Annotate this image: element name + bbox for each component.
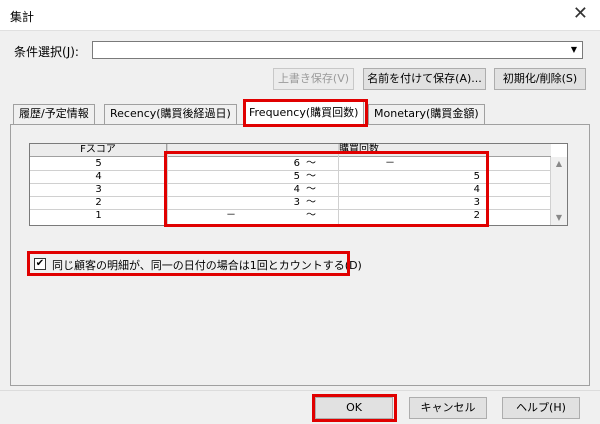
- help-button[interactable]: ヘルプ(H): [502, 397, 580, 419]
- divider: [0, 390, 600, 391]
- count-once-label[interactable]: 同じ顧客の明細が、同一の日付の場合は1回とカウントする(D): [52, 257, 362, 273]
- overwrite-save-button[interactable]: 上書き保存(V): [273, 68, 354, 90]
- condition-select[interactable]: ▼: [92, 41, 583, 59]
- tab-frequency[interactable]: Frequency(購買回数): [243, 101, 365, 125]
- row-sep: 〜: [306, 171, 316, 182]
- row-sep: 〜: [306, 210, 316, 221]
- scroll-down-icon[interactable]: ▼: [551, 211, 567, 225]
- row-sep: 〜: [306, 184, 316, 195]
- row-from[interactable]: 3: [230, 196, 300, 209]
- header-count: 購買回数: [167, 144, 551, 157]
- row-to[interactable]: 4: [430, 183, 480, 196]
- condition-label-text: 条件選択(: [14, 45, 67, 59]
- row-score: 3: [95, 184, 102, 195]
- frequency-grid: Fスコア 購買回数 5 6 〜 － 4 5 〜 5 3 4 〜 4 2 3 〜 …: [29, 143, 568, 226]
- row-score: 2: [95, 197, 102, 208]
- row-to[interactable]: －: [370, 157, 410, 170]
- count-once-checkbox[interactable]: ✔: [34, 258, 46, 270]
- save-as-button[interactable]: 名前を付けて保存(A)...: [363, 68, 486, 90]
- tab-recency[interactable]: Recency(購買後経過日): [104, 104, 237, 124]
- row-from[interactable]: 4: [230, 183, 300, 196]
- row-sep: 〜: [306, 197, 316, 208]
- row-from[interactable]: 5: [230, 170, 300, 183]
- scroll-up-icon[interactable]: ▲: [551, 157, 567, 171]
- row-to[interactable]: 2: [430, 209, 480, 222]
- row-to[interactable]: 5: [430, 170, 480, 183]
- row-score: 5: [95, 158, 102, 169]
- cancel-button[interactable]: キャンセル: [409, 397, 487, 419]
- row-from[interactable]: 6: [230, 157, 300, 170]
- reset-delete-button[interactable]: 初期化/削除(S): [494, 68, 586, 90]
- row-from[interactable]: －: [226, 209, 246, 222]
- close-icon[interactable]: ✕: [573, 4, 588, 24]
- header-score: Fスコア: [30, 144, 167, 157]
- row-sep: 〜: [306, 158, 316, 169]
- row-score: 4: [95, 171, 102, 182]
- title-bar: 集計 ✕: [0, 0, 600, 31]
- ok-button[interactable]: OK: [315, 397, 393, 419]
- condition-label: 条件選択(J):: [14, 43, 79, 60]
- row-score: 1: [95, 210, 102, 221]
- grid-scrollbar[interactable]: ▲ ▼: [550, 157, 567, 225]
- row-to[interactable]: 3: [430, 196, 480, 209]
- tab-monetary[interactable]: Monetary(購買金額): [368, 104, 485, 124]
- window-title: 集計: [10, 10, 35, 24]
- condition-label-end: ):: [70, 45, 79, 59]
- grid-divider: [338, 144, 339, 225]
- tab-history[interactable]: 履歴/予定情報: [13, 104, 95, 124]
- grid-divider: [167, 144, 168, 225]
- chevron-down-icon[interactable]: ▼: [566, 42, 582, 58]
